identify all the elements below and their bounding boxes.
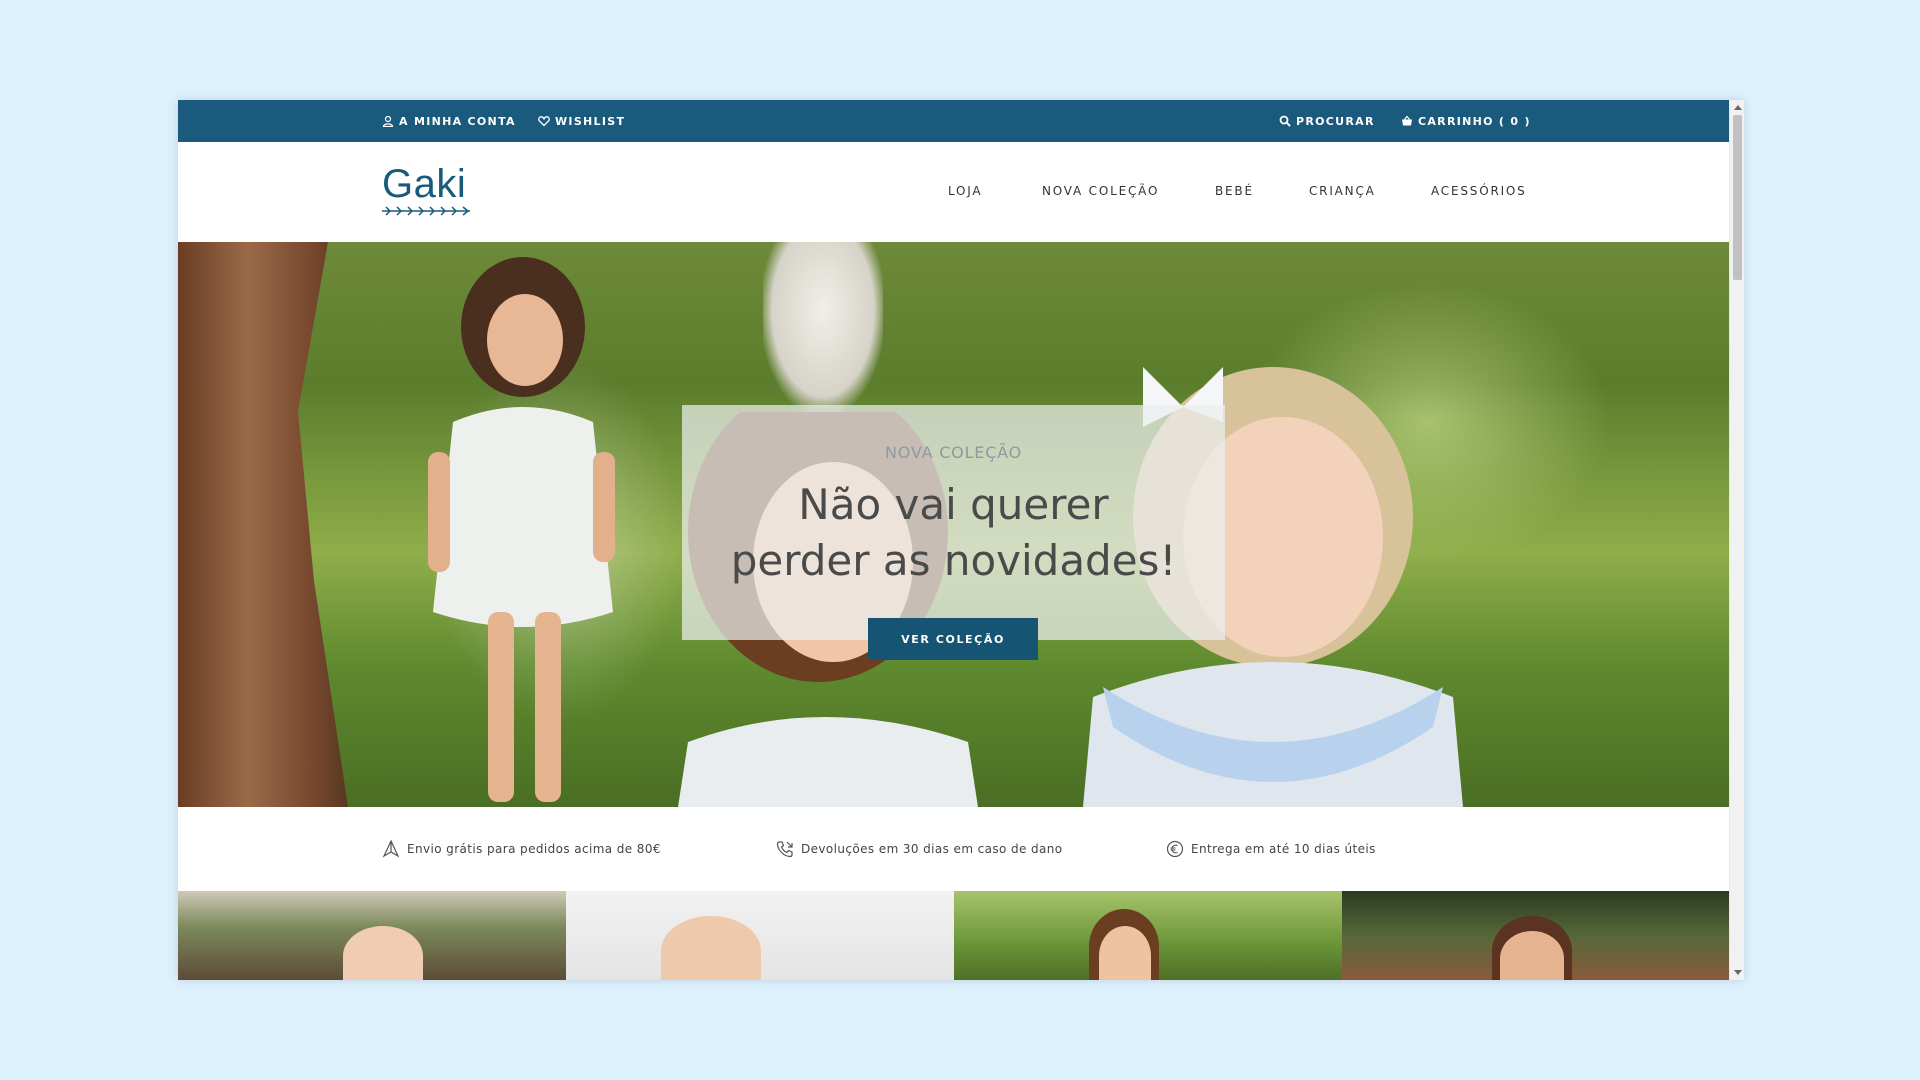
- nav-loja[interactable]: LOJA: [948, 184, 982, 198]
- category-tile-2[interactable]: [566, 891, 954, 980]
- plane-icon: [382, 840, 400, 858]
- hero-title: Não vai querer perder as novidades!: [682, 477, 1225, 589]
- return-call-icon: [776, 841, 793, 858]
- hero-title-line2: perder as novidades!: [730, 536, 1177, 585]
- user-icon: [382, 115, 394, 127]
- girl-face-skin-image: [1099, 926, 1151, 980]
- hero-text-box: NOVA COLEÇÃO Não vai querer perder as no…: [682, 405, 1225, 640]
- logo-text: Gaki: [382, 162, 467, 206]
- hero-eyebrow: NOVA COLEÇÃO: [884, 443, 1023, 462]
- wishlist-label: WISHLIST: [555, 114, 626, 128]
- hero-title-line1: Não vai querer: [798, 480, 1109, 529]
- search-link[interactable]: PROCURAR: [1279, 100, 1375, 142]
- scroll-up-arrow-icon[interactable]: [1734, 105, 1742, 110]
- boy-face-skin-image: [1500, 931, 1564, 980]
- category-tile-4[interactable]: [1342, 891, 1729, 980]
- tree-trunk: [178, 242, 348, 807]
- arrows-decoration-icon: [382, 206, 470, 216]
- features-bar: Envio grátis para pedidos acima de 80€ D…: [178, 807, 1729, 891]
- search-icon: [1279, 115, 1291, 127]
- nav-bebe[interactable]: BEBÉ: [1215, 184, 1254, 198]
- cart-label: CARRINHO ( 0 ): [1418, 114, 1531, 128]
- scroll-thumb[interactable]: [1733, 115, 1742, 280]
- category-tiles: [178, 891, 1729, 980]
- statue-background: [763, 242, 883, 412]
- feature-returns: Devoluções em 30 dias em caso de dano: [776, 840, 1063, 858]
- ver-colecao-button[interactable]: VER COLEÇÃO: [868, 618, 1038, 660]
- feature-free-shipping: Envio grátis para pedidos acima de 80€: [382, 840, 661, 858]
- feature-returns-text: Devoluções em 30 dias em caso de dano: [801, 842, 1063, 856]
- basket-icon: [1402, 115, 1412, 126]
- feature-delivery-text: Entrega em até 10 dias úteis: [1191, 842, 1376, 856]
- girl-standing-image: [428, 257, 615, 802]
- my-account-link[interactable]: A MINHA CONTA: [382, 100, 516, 142]
- feature-free-shipping-text: Envio grátis para pedidos acima de 80€: [407, 842, 661, 856]
- wishlist-link[interactable]: WISHLIST: [538, 100, 625, 142]
- browser-window: A MINHA CONTA WISHLIST PROCURAR CARRINHO…: [178, 100, 1744, 980]
- page-content: A MINHA CONTA WISHLIST PROCURAR CARRINHO…: [178, 100, 1729, 980]
- feature-delivery: Entrega em até 10 dias úteis: [1166, 840, 1376, 858]
- site-header: Gaki LOJA NOVA COLEÇÃO BEBÉ CRIANÇA ACES…: [178, 142, 1729, 242]
- nav-nova-colecao[interactable]: NOVA COLEÇÃO: [1042, 184, 1159, 198]
- euro-icon: [1166, 840, 1184, 858]
- nav-acessorios[interactable]: ACESSÓRIOS: [1431, 184, 1527, 198]
- search-label: PROCURAR: [1296, 114, 1375, 128]
- my-account-label: A MINHA CONTA: [399, 114, 516, 128]
- scroll-down-arrow-icon[interactable]: [1734, 970, 1742, 975]
- baby-face-image: [343, 926, 423, 980]
- gaki-logo[interactable]: Gaki: [382, 164, 476, 216]
- nav-crianca[interactable]: CRIANÇA: [1309, 184, 1376, 198]
- heart-icon: [538, 116, 550, 127]
- top-bar: A MINHA CONTA WISHLIST PROCURAR CARRINHO…: [178, 100, 1729, 142]
- hero-banner: NOVA COLEÇÃO Não vai querer perder as no…: [178, 242, 1729, 807]
- category-tile-3[interactable]: [954, 891, 1342, 980]
- baby-face-image: [661, 916, 761, 980]
- category-tile-1[interactable]: [178, 891, 566, 980]
- cart-link[interactable]: CARRINHO ( 0 ): [1401, 100, 1531, 142]
- vertical-scrollbar[interactable]: [1729, 100, 1744, 980]
